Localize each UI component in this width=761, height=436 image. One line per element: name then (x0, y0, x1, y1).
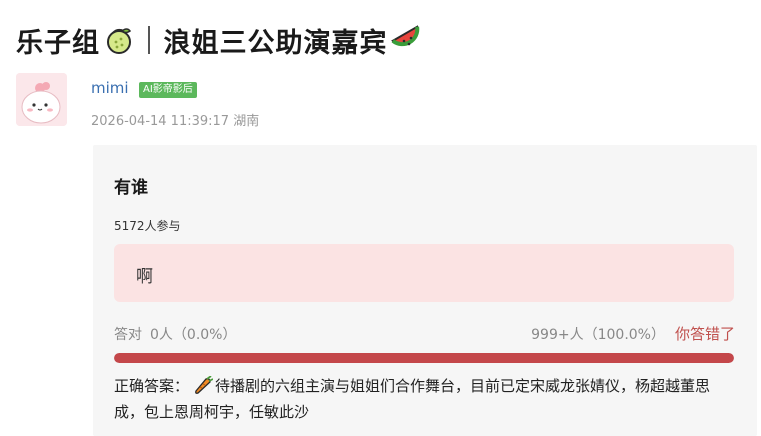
quiz-option-label: 啊 (136, 267, 153, 287)
author-badge: AI影帝影后 (139, 82, 197, 98)
result-progress-bar (114, 353, 734, 363)
correct-answer: 正确答案： 待播剧的六组主演与姐姐们合作舞台，目前已定宋威龙张婧仪，杨超越董思成，… (114, 375, 739, 424)
post-title: 乐子组 浪姐三公助演嘉宾 (16, 20, 425, 60)
result-progress-fill (114, 353, 734, 363)
correct-stat: 答对 0人（0.0%） (114, 324, 236, 344)
watermelon-icon (390, 25, 425, 55)
correct-label: 答对 (114, 327, 142, 343)
author-name[interactable]: mimi (91, 79, 129, 97)
post-title-part1: 乐子组 (16, 27, 100, 59)
correct-count: 0人（0.0%） (150, 327, 237, 343)
wrong-answer-text: 你答错了 (674, 325, 735, 343)
quiz-option[interactable]: 啊 (114, 244, 734, 302)
post-title-part2: 浪姐三公助演嘉宾 (163, 27, 388, 59)
answer-count: 999+人（100.0%） (531, 327, 665, 343)
carrot-icon (193, 375, 214, 401)
quiz-question: 有谁 (114, 178, 148, 198)
participant-count: 5172人参与 (114, 219, 181, 233)
answer-stat: 999+人（100.0%） 你答错了 (531, 323, 735, 344)
post-meta: 2026-04-14 11:39:17 湖南 (91, 114, 260, 129)
lemon-icon (104, 25, 134, 55)
answer-prefix: 正确答案： (114, 377, 190, 395)
quiz-card: 有谁 5172人参与 啊 答对 0人（0.0%） 999+人（100.0%） 你答错… (93, 145, 757, 436)
title-divider (148, 26, 150, 54)
avatar[interactable] (16, 73, 67, 126)
